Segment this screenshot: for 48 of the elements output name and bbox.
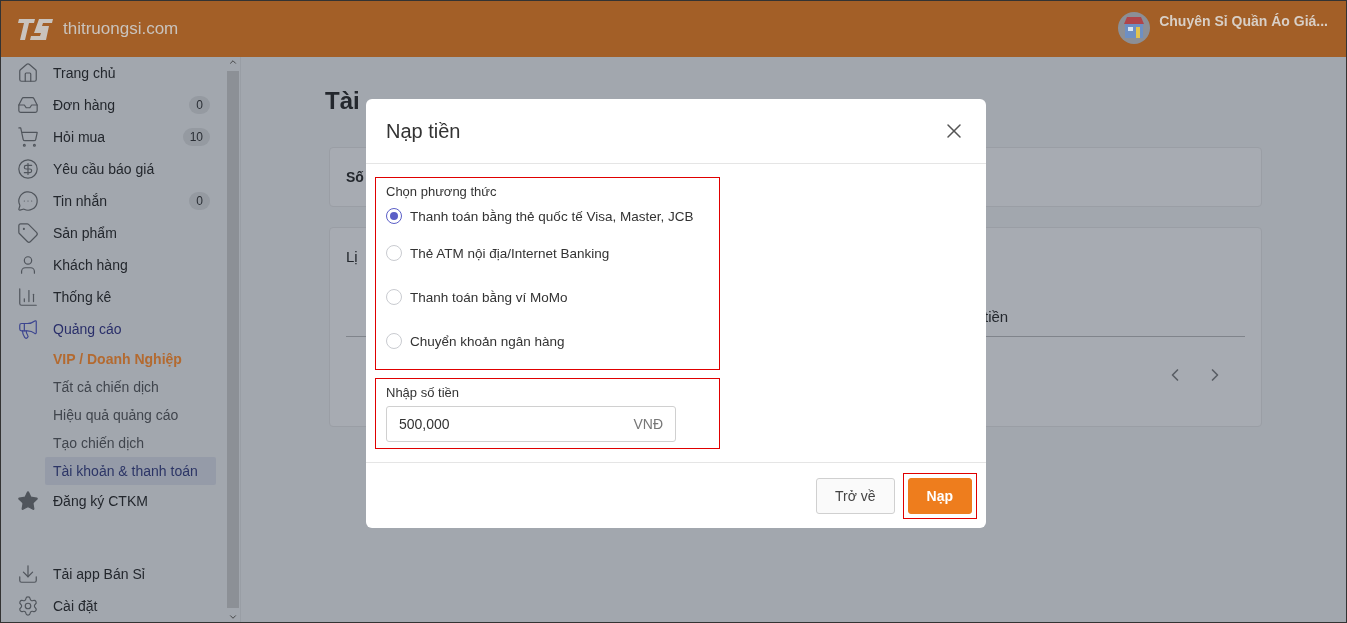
page-title: Tài (325, 87, 360, 116)
sidebar-item[interactable]: Trang chủ (1, 57, 226, 89)
submenu-item[interactable]: Hiệu quả quảng cáo (45, 401, 216, 429)
submenu-item[interactable]: Tạo chiến dịch (45, 429, 216, 457)
home-icon (17, 62, 39, 84)
count-badge: 0 (189, 192, 210, 210)
payment-option[interactable]: Thẻ ATM nội địa/Internet Banking (386, 231, 709, 275)
field-label: Chọn phương thức (386, 184, 498, 199)
scroll-down-icon[interactable] (228, 612, 238, 622)
chat-icon (17, 190, 39, 212)
submenu-item[interactable]: Tất cả chiến dịch (45, 373, 216, 401)
sidebar-item[interactable]: Cài đặt (1, 590, 226, 622)
sidebar-item[interactable]: Hỏi mua 10 (1, 121, 226, 153)
dialog-title: Nạp tiền (386, 119, 461, 143)
settings-icon (17, 595, 39, 617)
sidebar-item[interactable]: Đơn hàng 0 (1, 89, 226, 121)
dollar-icon (17, 158, 39, 180)
sidebar-item[interactable]: Yêu cầu báo giá (1, 153, 226, 185)
scrollbar-thumb[interactable] (227, 71, 239, 608)
sidebar-item[interactable]: Đăng ký CTKM (1, 485, 226, 517)
currency-label: VNĐ (633, 416, 663, 432)
sidebar-item[interactable]: Quảng cáo (1, 313, 226, 345)
megaphone-icon (17, 318, 39, 340)
shop-avatar-icon[interactable] (1117, 11, 1152, 45)
sidebar-item[interactable]: Khách hàng (1, 249, 226, 281)
bar-chart-icon (17, 286, 39, 308)
sidebar-item[interactable]: Tin nhắn 0 (1, 185, 226, 217)
count-badge: 0 (189, 96, 210, 114)
shop-name[interactable]: Chuyên Sỉ Quần Áo Giá... (1159, 13, 1328, 29)
cart-icon (17, 126, 39, 148)
payment-option[interactable]: Thanh toán bằng thẻ quốc tế Visa, Master, JCB (386, 201, 709, 231)
tag-icon (17, 222, 39, 244)
back-button[interactable]: Trở về (816, 477, 895, 514)
sidebar-item[interactable]: Thống kê (1, 281, 226, 313)
sidebar-item[interactable]: Tải app Bán Sỉ (1, 558, 226, 590)
card-title: Lị (346, 248, 358, 265)
sidebar-item[interactable]: Sản phẩm (1, 217, 226, 249)
inbox-icon (17, 94, 39, 116)
submenu-item[interactable]: Tài khoản & thanh toán (45, 457, 216, 485)
scroll-up-icon[interactable] (228, 57, 238, 67)
star-icon (17, 490, 39, 512)
field-label: Nhập số tiền (386, 385, 460, 400)
payment-option[interactable]: Chuyển khoản ngân hàng (386, 319, 709, 363)
payment-option[interactable]: Thanh toán bằng ví MoMo (386, 275, 709, 319)
download-icon (17, 563, 39, 585)
count-badge: 10 (182, 128, 210, 146)
balance-label: Số (346, 169, 364, 185)
amount-field[interactable]: 500,000 VNĐ (386, 406, 676, 442)
